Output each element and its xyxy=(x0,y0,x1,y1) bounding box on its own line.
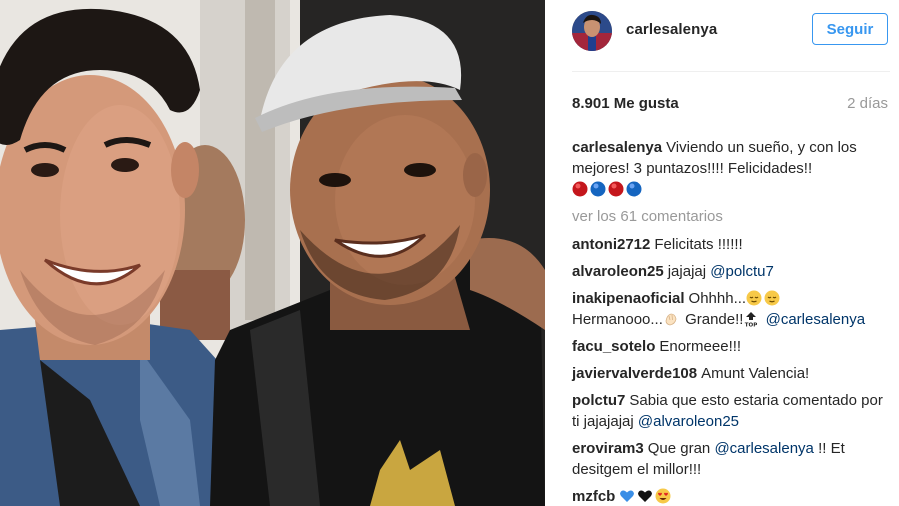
post-side-panel: carlesalenya Seguir 8.901 Me gusta 2 día… xyxy=(545,0,899,506)
red-circle-icon xyxy=(572,181,588,197)
svg-text:TOP: TOP xyxy=(745,323,757,328)
comments-list: carlesalenya Viviendo un sueño, y con los… xyxy=(572,137,890,506)
comment-mention[interactable]: @polctu7 xyxy=(710,263,774,280)
view-all-comments-link[interactable]: ver los 61 comentarios xyxy=(572,206,890,227)
blue-circle-icon xyxy=(590,181,606,197)
selfie-illustration xyxy=(0,0,545,506)
comment: javiervalverde108 Amunt Valencia! xyxy=(572,363,890,384)
comment: eroviram3 Que gran @carlesalenya !! Et de… xyxy=(572,438,890,480)
comment-mention[interactable]: @alvaroleon25 xyxy=(638,413,739,430)
post-author-username[interactable]: carlesalenya xyxy=(626,21,717,38)
comment-text: Felicitats !!!!!! xyxy=(654,236,743,253)
top-arrow-icon: TOP xyxy=(743,311,759,327)
comment-text: Que gran xyxy=(647,440,711,457)
red-circle-icon xyxy=(608,181,624,197)
blue-circle-icon xyxy=(626,181,642,197)
clapping-hands-icon xyxy=(663,311,679,327)
comment-username[interactable]: antoni2712 xyxy=(572,236,650,253)
heart-eyes-icon xyxy=(655,488,671,504)
relieved-face-icon xyxy=(746,290,762,306)
comment-mention[interactable]: @carlesalenya xyxy=(766,311,865,328)
post-header: carlesalenya Seguir xyxy=(572,0,890,72)
comment: antoni2712 Felicitats !!!!!! xyxy=(572,234,890,255)
comment-username[interactable]: alvaroleon25 xyxy=(572,263,664,280)
post-stats: 8.901 Me gusta 2 días xyxy=(572,95,890,115)
comment-username[interactable]: mzfcb xyxy=(572,488,615,505)
comment-text: Ohhhh... xyxy=(688,290,747,307)
comment-username[interactable]: inakipenaoficial xyxy=(572,290,685,307)
black-heart-icon xyxy=(637,488,653,504)
comment-text: Grande!! xyxy=(685,311,744,328)
likes-count[interactable]: 8.901 Me gusta xyxy=(572,95,679,112)
comment-mention[interactable]: @carlesalenya xyxy=(714,440,813,457)
comment: alvaroleon25 jajajaj @polctu7 xyxy=(572,261,890,282)
caption-username[interactable]: carlesalenya xyxy=(572,139,662,156)
post-photo[interactable] xyxy=(0,0,545,506)
relieved-face-icon xyxy=(764,290,780,306)
blue-heart-icon xyxy=(619,488,635,504)
comment: facu_sotelo Enormeee!!! xyxy=(572,336,890,357)
comment-text: jajajaj xyxy=(667,263,707,280)
comment-username[interactable]: eroviram3 xyxy=(572,440,644,457)
avatar[interactable] xyxy=(572,11,612,51)
comment-username[interactable]: javiervalverde108 xyxy=(572,365,697,382)
avatar-image xyxy=(572,11,612,51)
follow-button[interactable]: Seguir xyxy=(812,13,888,45)
comment-text: Hermanooo... xyxy=(572,311,663,328)
comment: inakipenaoficial Ohhhh... Hermanooo... Gr… xyxy=(572,288,890,330)
comment-text: Amunt Valencia! xyxy=(701,365,810,382)
post-time[interactable]: 2 días xyxy=(847,95,888,112)
comment-text: Enormeee!!! xyxy=(659,338,742,355)
comment: mzfcb xyxy=(572,486,890,506)
comment: polctu7 Sabia que esto estaria comentado … xyxy=(572,390,890,432)
comment-username[interactable]: polctu7 xyxy=(572,392,625,409)
comment-username[interactable]: facu_sotelo xyxy=(572,338,655,355)
caption: carlesalenya Viviendo un sueño, y con los… xyxy=(572,137,890,200)
